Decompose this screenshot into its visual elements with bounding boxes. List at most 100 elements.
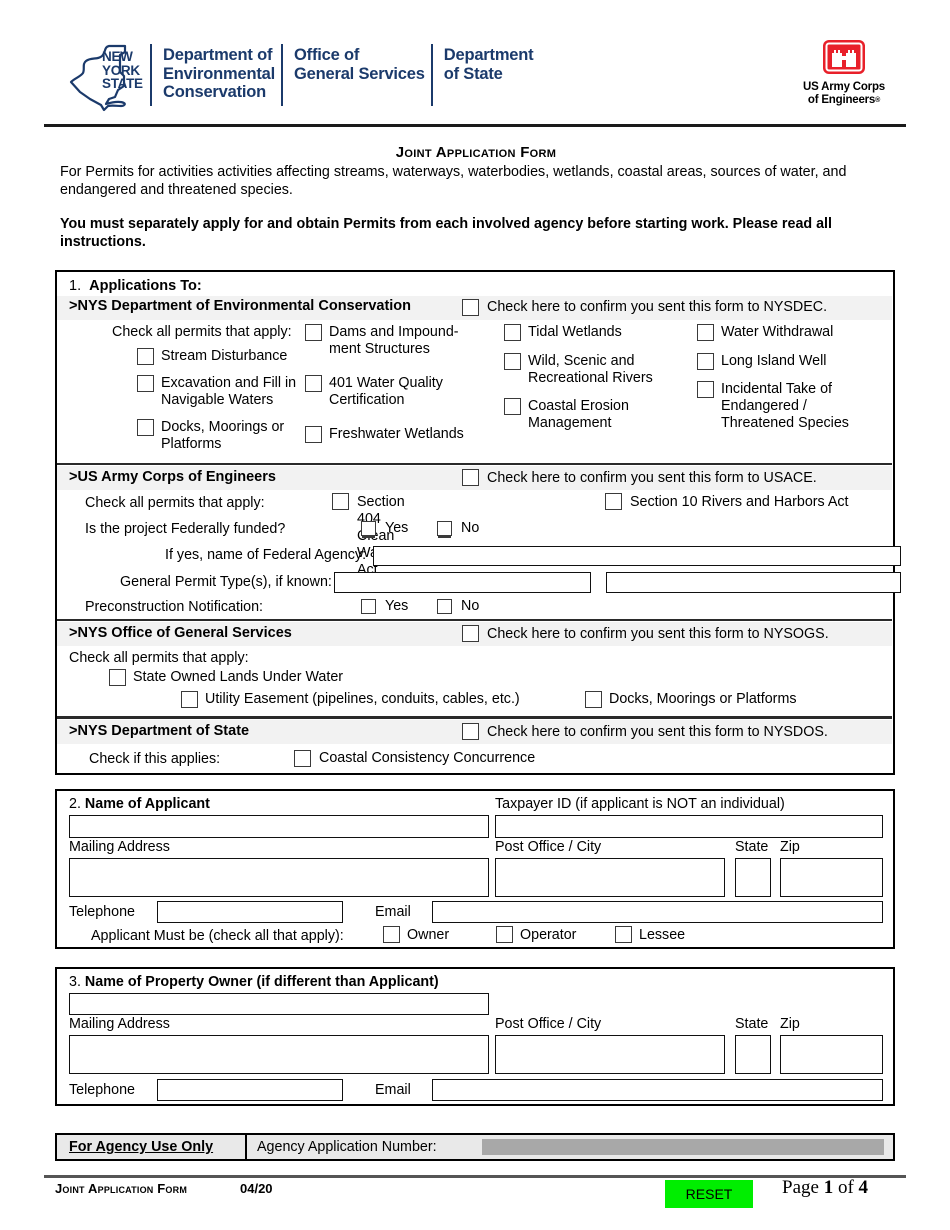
owner-name-input[interactable]	[69, 993, 489, 1015]
ogs-confirm-label: Check here to confirm you sent this form…	[487, 626, 829, 642]
dec-permit-coastal-erosion[interactable]: Coastal Erosion Management	[504, 398, 689, 432]
checkbox-section-10[interactable]	[605, 493, 622, 510]
label-role-owner: Owner	[407, 927, 450, 943]
registered-mark-icon: ®	[875, 97, 881, 104]
label-incidental-take: Incidental Take of Endangered / Threaten…	[721, 381, 849, 431]
dos-confirm-checkbox[interactable]	[462, 723, 479, 740]
dec-permit-401-water-quality[interactable]: 401 Water Quality Certification	[305, 375, 500, 409]
checkbox-water-withdrawal[interactable]	[697, 324, 714, 341]
checkbox-utility-easement[interactable]	[181, 691, 198, 708]
usace-check-all-label: Check all permits that apply:	[85, 495, 265, 511]
checkbox-role-owner[interactable]	[383, 926, 400, 943]
owner-zip-label: Zip	[780, 1016, 800, 1032]
applicant-zip-input[interactable]	[780, 858, 883, 897]
dec-permit-excavation-fill[interactable]: Excavation and Fill in Navigable Waters	[137, 375, 305, 409]
owner-zip-input[interactable]	[780, 1035, 883, 1074]
checkbox-wild-scenic-rivers[interactable]	[504, 353, 521, 370]
checkbox-excavation-fill[interactable]	[137, 375, 154, 392]
applicant-email-label: Email	[375, 904, 411, 920]
checkbox-freshwater-wetlands[interactable]	[305, 426, 322, 443]
applicant-email-input[interactable]	[432, 901, 883, 923]
checkbox-preconstruction-no[interactable]	[437, 599, 452, 614]
section-1-number: 1.	[69, 278, 82, 294]
applicant-mailing-address-input[interactable]	[69, 858, 489, 897]
applicant-city-input[interactable]	[495, 858, 725, 897]
dec-permit-long-island-well[interactable]: Long Island Well	[697, 353, 887, 370]
checkbox-docks-moorings[interactable]	[137, 419, 154, 436]
divider-ogs	[57, 619, 892, 621]
usace-wordmark: US Army Corps of Engineers®	[789, 81, 899, 107]
general-permit-input-1[interactable]	[334, 572, 591, 593]
dec-permit-stream-disturbance[interactable]: Stream Disturbance	[137, 348, 305, 365]
label-tidal-wetlands: Tidal Wetlands	[528, 324, 622, 340]
reset-button[interactable]: RESET	[665, 1180, 753, 1208]
applicant-zip-label: Zip	[780, 839, 800, 855]
dec-permit-incidental-take[interactable]: Incidental Take of Endangered / Threaten…	[697, 381, 887, 432]
section-1-applications-to: 1. Applications To: >NYS Department of E…	[55, 270, 901, 775]
agency-name-ogs: Office of General Services	[294, 46, 425, 83]
checkbox-federally-funded-yes[interactable]	[361, 521, 376, 536]
checkbox-stream-disturbance[interactable]	[137, 348, 154, 365]
checkbox-preconstruction-yes[interactable]	[361, 599, 376, 614]
label-excavation-fill: Excavation and Fill in Navigable Waters	[161, 375, 297, 408]
label-role-lessee: Lessee	[639, 927, 686, 943]
federal-agency-input[interactable]	[373, 546, 901, 566]
taxpayer-id-input[interactable]	[495, 815, 883, 838]
page-number: Page 1 of 4	[782, 1177, 868, 1199]
logo-divider-2	[281, 44, 284, 106]
dec-permit-wild-scenic-rivers[interactable]: Wild, Scenic and Recreational Rivers	[504, 353, 689, 387]
checkbox-dams-impoundment[interactable]	[305, 324, 322, 341]
checkbox-coastal-consistency[interactable]	[294, 750, 311, 767]
ogs-permit-state-owned-lands[interactable]: State Owned Lands Under Water	[109, 669, 343, 686]
checkbox-role-operator[interactable]	[496, 926, 513, 943]
divider-dos	[57, 716, 892, 719]
ogs-permit-utility-easement[interactable]: Utility Easement (pipelines, conduits, c…	[181, 691, 520, 708]
applicant-city-label: Post Office / City	[495, 839, 602, 855]
owner-mailing-address-input[interactable]	[69, 1035, 489, 1074]
applicant-telephone-label: Telephone	[69, 904, 135, 920]
ogs-confirm-checkbox[interactable]	[462, 625, 479, 642]
checkbox-role-lessee[interactable]	[615, 926, 632, 943]
checkbox-incidental-take[interactable]	[697, 381, 714, 398]
owner-city-input[interactable]	[495, 1035, 725, 1074]
ogs-permit-docks-moorings-platforms[interactable]: Docks, Moorings or Platforms	[585, 691, 797, 708]
dec-permit-tidal-wetlands[interactable]: Tidal Wetlands	[504, 324, 689, 341]
ogs-title: >NYS Office of General Services	[69, 625, 292, 641]
checkbox-401-water-quality[interactable]	[305, 375, 322, 392]
applicant-state-input[interactable]	[735, 858, 771, 897]
usace-preconstruction-row: Preconstruction Notification: Yes No	[85, 598, 479, 616]
usace-title: >US Army Corps of Engineers	[69, 469, 276, 485]
dec-permit-water-withdrawal[interactable]: Water Withdrawal	[697, 324, 887, 341]
checkbox-state-owned-lands[interactable]	[109, 669, 126, 686]
checkbox-coastal-erosion[interactable]	[504, 398, 521, 415]
label-freshwater-wetlands: Freshwater Wetlands	[329, 426, 464, 442]
dos-banner: >NYS Department of State Check here to c…	[57, 720, 892, 744]
form-page: NEW YORK STATE Department of Environment…	[0, 0, 950, 1230]
owner-state-input[interactable]	[735, 1035, 771, 1074]
checkbox-long-island-well[interactable]	[697, 353, 714, 370]
owner-telephone-input[interactable]	[157, 1079, 343, 1101]
agency-application-number-input[interactable]	[482, 1139, 884, 1155]
general-permit-input-2[interactable]	[606, 572, 901, 593]
section-3-heading: 3. Name of Property Owner (if different …	[69, 974, 439, 990]
label-federally-funded-no: No	[461, 520, 480, 536]
dec-permit-dams[interactable]: Dams and Impound- ment Structures	[305, 324, 500, 358]
usace-confirm-checkbox[interactable]	[462, 469, 479, 486]
dec-permit-freshwater-wetlands[interactable]: Freshwater Wetlands	[305, 426, 500, 443]
intro-text: For Permits for activities activities af…	[60, 164, 847, 198]
dec-permit-column-2: Dams and Impound- ment Structures 401 Wa…	[305, 324, 500, 453]
checkbox-tidal-wetlands[interactable]	[504, 324, 521, 341]
dec-permit-column-4: Water Withdrawal Long Island Well Incide…	[697, 324, 887, 442]
dec-confirm-checkbox[interactable]	[462, 299, 479, 316]
checkbox-section-404[interactable]	[332, 493, 349, 510]
checkbox-ogs-docks-moorings[interactable]	[585, 691, 602, 708]
section-2-title: Name of Applicant	[84, 796, 210, 812]
owner-email-input[interactable]	[432, 1079, 883, 1101]
dec-permit-docks-moorings[interactable]: Docks, Moorings or Platforms	[137, 419, 305, 453]
section-1-title: Applications To:	[89, 278, 202, 294]
usace-wordmark-text: US Army Corps of Engineers	[803, 81, 885, 106]
checkbox-federally-funded-no[interactable]	[437, 521, 452, 536]
applicant-name-input[interactable]	[69, 815, 489, 838]
usace-castle-icon	[823, 40, 865, 74]
applicant-telephone-input[interactable]	[157, 901, 343, 923]
